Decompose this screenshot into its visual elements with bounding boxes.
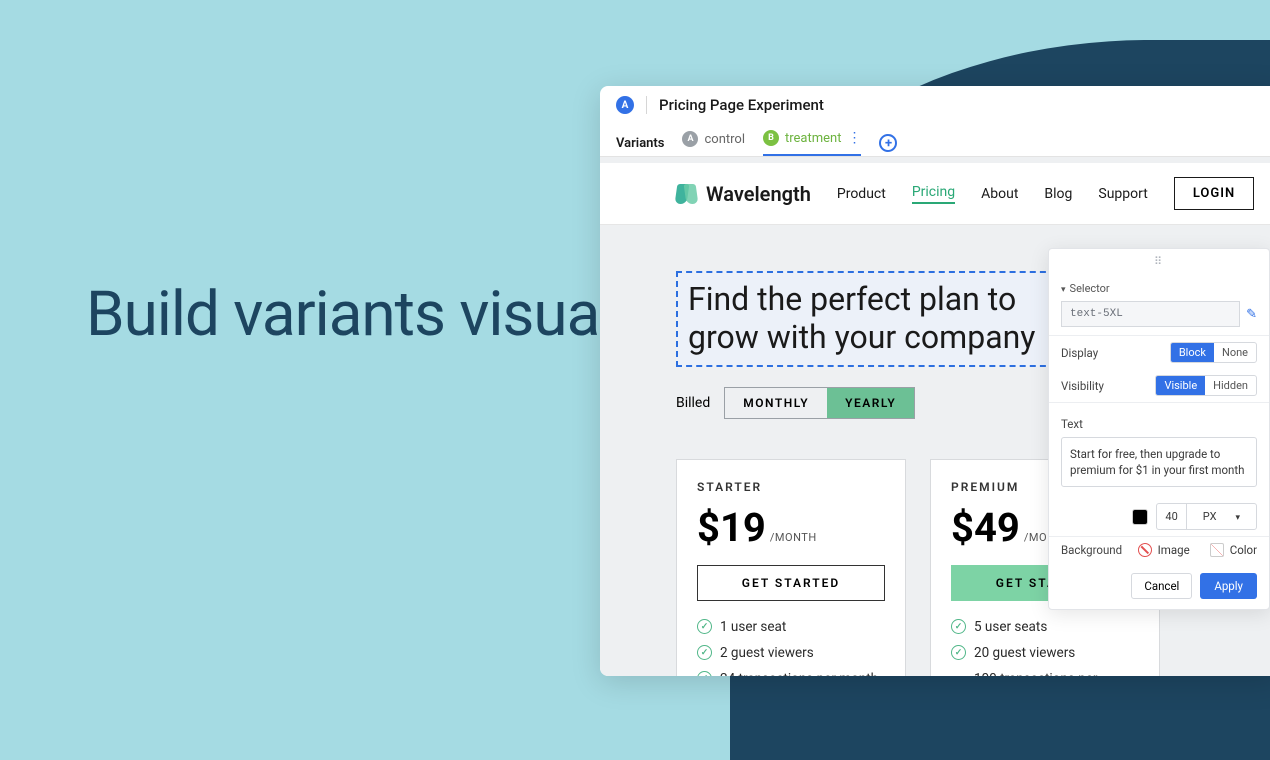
list-item: 2 guest viewers [697, 645, 885, 661]
variants-label: Variants [616, 136, 664, 151]
text-color-swatch[interactable] [1132, 509, 1148, 525]
nav-about[interactable]: About [981, 186, 1018, 202]
display-row: Display Block None [1049, 336, 1269, 369]
bg-color-label[interactable]: Color [1230, 543, 1257, 557]
cta-starter[interactable]: GET STARTED [697, 565, 885, 601]
variant-menu-icon[interactable]: ⋮ [847, 130, 861, 146]
font-size-input[interactable]: 40 PX [1156, 503, 1257, 530]
display-label: Display [1061, 346, 1098, 360]
visibility-toggle: Visible Hidden [1155, 375, 1257, 396]
drag-handle-icon[interactable]: ⠿ [1049, 249, 1269, 274]
add-variant-button[interactable]: + [879, 134, 897, 152]
variant-tab-treatment[interactable]: B treatment ⋮ [763, 130, 861, 156]
list-item: 100 transactions per month [951, 671, 1139, 677]
visibility-row: Visibility Visible Hidden [1049, 369, 1269, 402]
bg-color-swatch[interactable] [1210, 543, 1224, 557]
variant-a-icon: A [682, 131, 698, 147]
plan-period: /MONTH [770, 531, 817, 544]
nav-blog[interactable]: Blog [1044, 186, 1072, 202]
window-titlebar: A Pricing Page Experiment [600, 86, 1270, 124]
font-size-value: 40 [1157, 507, 1185, 526]
logo-icon [676, 184, 698, 204]
list-item: 1 user seat [697, 619, 885, 635]
list-item: 24 transactions per month [697, 671, 885, 677]
visibility-visible[interactable]: Visible [1156, 376, 1205, 395]
plan-tier: STARTER [697, 480, 885, 494]
title-divider [646, 96, 647, 114]
plan-price: $19 [697, 504, 766, 551]
check-icon [697, 671, 712, 676]
chevron-down-icon [1061, 282, 1066, 295]
plan-card-starter: STARTER $19 /MONTH GET STARTED 1 user se… [676, 459, 906, 677]
display-toggle: Block None [1170, 342, 1257, 363]
selector-section: Selector ✎ [1049, 274, 1269, 336]
background-row: Background Image Color [1049, 536, 1269, 563]
cancel-button[interactable]: Cancel [1131, 573, 1192, 599]
font-row: 40 PX [1049, 497, 1269, 536]
selector-input[interactable] [1061, 301, 1240, 327]
edit-icon[interactable]: ✎ [1246, 307, 1257, 322]
brand-name: Wavelength [706, 182, 811, 206]
variant-b-icon: B [763, 130, 779, 146]
feature-list: 1 user seat 2 guest viewers 24 transacti… [697, 619, 885, 677]
inspector-panel: ⠿ Selector ✎ Display Block None Visibili… [1048, 248, 1270, 610]
list-item: 5 user seats [951, 619, 1139, 635]
text-editor[interactable]: Start for free, then upgrade to premium … [1061, 437, 1257, 487]
variant-tab-treatment-label: treatment [785, 131, 841, 146]
nav-support[interactable]: Support [1098, 186, 1147, 202]
site-header: Wavelength Product Pricing About Blog Su… [600, 163, 1270, 225]
variant-tabs: Variants A control B treatment ⋮ + [600, 124, 1270, 156]
chevron-down-icon [1227, 507, 1248, 526]
variant-tab-control-label: control [704, 132, 745, 147]
plan-price: $49 [951, 504, 1020, 551]
check-icon [951, 619, 966, 634]
background-label: Background [1061, 543, 1122, 557]
selector-header[interactable]: Selector [1061, 282, 1257, 295]
price-row: $19 /MONTH [697, 504, 885, 551]
visibility-label: Visibility [1061, 379, 1104, 393]
bg-image-label[interactable]: Image [1158, 543, 1190, 557]
display-block[interactable]: Block [1171, 343, 1214, 362]
variant-tab-control[interactable]: A control [682, 131, 745, 155]
app-badge-icon: A [616, 96, 634, 114]
check-icon [697, 619, 712, 634]
billing-toggle: MONTHLY YEARLY [724, 387, 915, 419]
list-item: 20 guest viewers [951, 645, 1139, 661]
display-none[interactable]: None [1214, 343, 1256, 362]
page-headline-selected[interactable]: Find the perfect plan to grow with your … [676, 271, 1056, 367]
text-section: Text [1049, 411, 1269, 431]
check-icon [951, 645, 966, 660]
text-label: Text [1061, 417, 1083, 431]
apply-button[interactable]: Apply [1200, 573, 1257, 599]
visibility-hidden[interactable]: Hidden [1205, 376, 1256, 395]
billing-yearly[interactable]: YEARLY [827, 388, 914, 418]
nav-product[interactable]: Product [837, 186, 886, 202]
nav-pricing[interactable]: Pricing [912, 184, 955, 204]
brand-logo[interactable]: Wavelength [676, 182, 811, 206]
inspector-footer: Cancel Apply [1049, 563, 1269, 609]
feature-list: 5 user seats 20 guest viewers 100 transa… [951, 619, 1139, 677]
experiment-title: Pricing Page Experiment [659, 96, 824, 114]
no-image-icon[interactable] [1138, 543, 1152, 557]
billing-monthly[interactable]: MONTHLY [725, 388, 827, 418]
billed-label: Billed [676, 395, 710, 411]
font-unit-select[interactable]: PX [1186, 504, 1256, 529]
login-button[interactable]: LOGIN [1174, 177, 1254, 210]
check-icon [697, 645, 712, 660]
